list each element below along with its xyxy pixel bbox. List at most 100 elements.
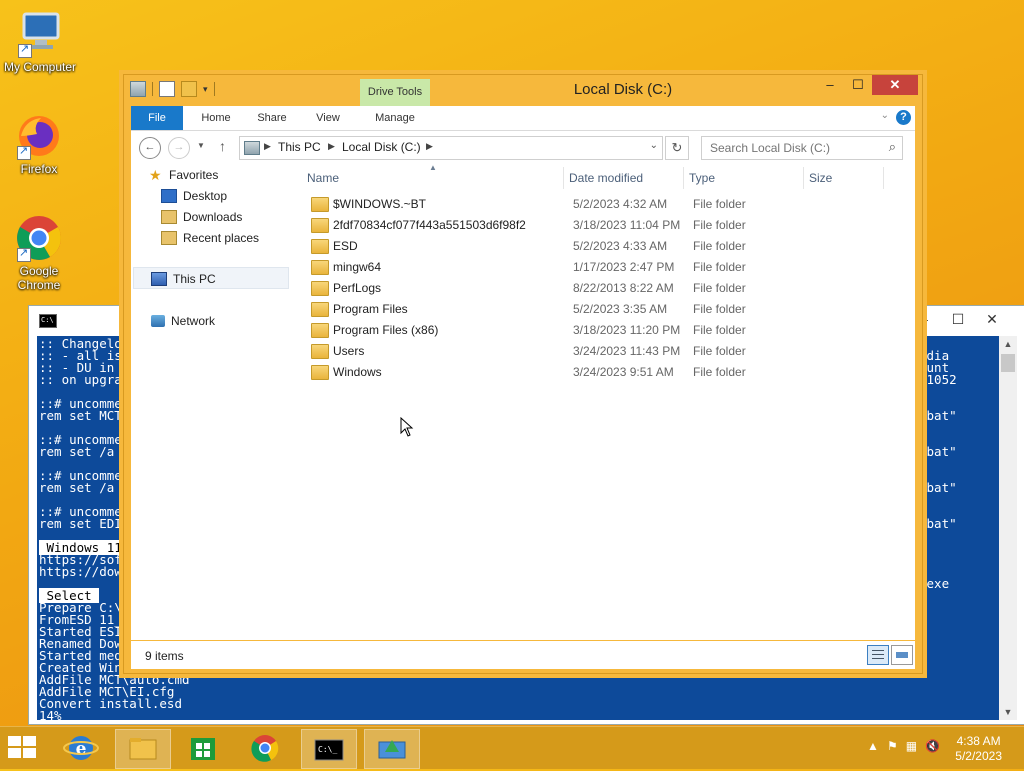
column-header-size[interactable]: Size [809, 171, 832, 189]
details-view-button[interactable] [867, 645, 889, 665]
console-icon [39, 314, 57, 328]
status-bar: 9 items [131, 641, 915, 669]
address-bar[interactable]: ▶ This PC ▶ Local Disk (C:) ▶ ⌄ [239, 136, 663, 160]
nav-recent-places[interactable]: Recent places [161, 228, 259, 248]
scroll-thumb[interactable] [1001, 354, 1015, 372]
tab-manage[interactable]: Manage [360, 106, 430, 130]
volume-muted-icon[interactable]: 🔇 [925, 739, 940, 753]
file-name: $WINDOWS.~BT [333, 197, 427, 211]
console-line-tail [919, 494, 999, 506]
large-icons-view-button[interactable] [891, 645, 913, 665]
folder-icon [311, 260, 329, 275]
clock[interactable]: 4:38 AM 5/2/2023 [955, 734, 1002, 764]
up-button[interactable]: ↑ [219, 138, 226, 154]
file-name: Program Files (x86) [333, 323, 439, 337]
refresh-button[interactable]: ↻ [665, 136, 689, 160]
scroll-down-icon[interactable]: ▼ [999, 704, 1017, 720]
svg-text:C:\_: C:\_ [318, 745, 337, 754]
search-box[interactable]: ⌕ [701, 136, 903, 160]
tab-file[interactable]: File [131, 106, 183, 130]
nav-desktop[interactable]: Desktop [161, 186, 227, 206]
breadcrumb-local-disk[interactable]: Local Disk (C:) [342, 140, 421, 154]
file-row[interactable]: $WINDOWS.~BT 5/2/2023 4:32 AM File folder [301, 193, 801, 214]
close-button[interactable]: ✕ [975, 308, 1009, 330]
file-type: File folder [693, 239, 746, 253]
file-explorer-icon [129, 738, 157, 760]
maximize-button[interactable]: ☐ [941, 308, 975, 330]
file-type: File folder [693, 365, 746, 379]
scroll-up-icon[interactable]: ▲ [999, 336, 1017, 352]
explorer-window[interactable]: ▾ Drive Tools Local Disk (C:) – ☐ ✕ File… [123, 74, 923, 674]
nav-network[interactable]: Network [151, 311, 215, 331]
folder-icon [311, 365, 329, 380]
start-button[interactable] [8, 736, 38, 760]
downloads-icon [161, 210, 177, 224]
column-header-date-modified[interactable]: Date modified [569, 171, 643, 189]
nav-this-pc[interactable]: This PC [151, 269, 216, 289]
address-dropdown-icon[interactable]: ⌄ [650, 140, 658, 151]
console-line-text: rem set MCT [39, 408, 122, 423]
file-date: 3/24/2023 9:51 AM [573, 365, 674, 379]
file-date: 1/17/2023 2:47 PM [573, 260, 675, 274]
nav-favorites[interactable]: ★ Favorites [149, 165, 218, 185]
search-input[interactable] [708, 137, 882, 159]
forward-button[interactable]: → [168, 137, 190, 159]
desktop-icon-firefox[interactable]: Firefox [1, 112, 77, 176]
nav-label: Recent places [183, 231, 260, 245]
file-row[interactable]: Program Files 5/2/2023 3:35 AM File folder [301, 298, 801, 319]
desktop-icon-google-chrome[interactable]: Google Chrome [1, 214, 77, 292]
chevron-right-icon[interactable]: ▶ [264, 141, 271, 152]
file-row[interactable]: Windows 3/24/2023 9:51 AM File folder [301, 361, 801, 382]
file-row[interactable]: mingw64 1/17/2023 2:47 PM File folder [301, 256, 801, 277]
file-row[interactable]: 2fdf70834cf077f443a551503d6f98f2 3/18/202… [301, 214, 801, 235]
minimize-button[interactable]: – [816, 75, 844, 95]
recent-locations-icon[interactable]: ▼ [197, 141, 205, 150]
breadcrumb-this-pc[interactable]: This PC [278, 140, 321, 154]
computer-icon [16, 10, 64, 58]
chevron-right-icon[interactable]: ▶ [426, 141, 433, 152]
window-title: Local Disk (C:) [573, 81, 673, 98]
tab-home[interactable]: Home [193, 106, 239, 130]
command-prompt-icon: C:\_ [314, 739, 344, 761]
file-date: 5/2/2023 4:33 AM [573, 239, 668, 253]
action-center-flag-icon[interactable]: ⚑ [887, 739, 898, 753]
file-name: Windows [333, 365, 382, 379]
console-line-tail [919, 386, 999, 398]
column-header-type[interactable]: Type [689, 171, 715, 189]
back-button[interactable]: ← [139, 137, 161, 159]
file-type: File folder [693, 302, 746, 316]
taskbar-command-prompt[interactable]: C:\_ [301, 729, 357, 769]
desktop-icon-my-computer[interactable]: My Computer [2, 10, 78, 74]
taskbar-internet-explorer[interactable]: e [54, 729, 108, 767]
file-date: 5/2/2023 4:32 AM [573, 197, 668, 211]
console-scrollbar[interactable]: ▲ ▼ [999, 336, 1017, 720]
close-button[interactable]: ✕ [872, 75, 918, 95]
firefox-icon [15, 112, 63, 160]
network-status-icon[interactable]: ▦ [906, 739, 917, 753]
show-hidden-icons-icon[interactable]: ▲ [867, 739, 879, 753]
explorer-titlebar[interactable]: ▾ Drive Tools Local Disk (C:) – ☐ ✕ [124, 75, 922, 107]
tab-share[interactable]: Share [249, 106, 295, 130]
file-row[interactable]: ESD 5/2/2023 4:33 AM File folder [301, 235, 801, 256]
desktop-icon [161, 189, 177, 203]
file-name: ESD [333, 239, 358, 253]
nav-downloads[interactable]: Downloads [161, 207, 242, 227]
taskbar-file-explorer[interactable] [115, 729, 171, 769]
tab-view[interactable]: View [305, 106, 351, 130]
file-row[interactable]: Program Files (x86) 3/18/2023 11:20 PM Fil… [301, 319, 801, 340]
column-header-name[interactable]: Name [307, 171, 339, 189]
taskbar-store[interactable] [176, 729, 230, 767]
taskbar-chrome[interactable] [238, 729, 292, 767]
help-icon[interactable]: ? [896, 110, 911, 125]
clock-date: 5/2/2023 [955, 749, 1002, 763]
file-name: mingw64 [333, 260, 382, 274]
maximize-button[interactable]: ☐ [844, 75, 872, 95]
file-row[interactable]: PerfLogs 8/22/2013 8:22 AM File folder [301, 277, 801, 298]
chevron-right-icon[interactable]: ▶ [328, 141, 335, 152]
search-icon[interactable]: ⌕ [889, 139, 896, 155]
expand-ribbon-icon[interactable]: ⌄ [881, 110, 889, 121]
file-date: 5/2/2023 3:35 AM [573, 302, 668, 316]
taskbar-setup-app[interactable] [364, 729, 420, 769]
file-row[interactable]: Users 3/24/2023 11:43 PM File folder [301, 340, 801, 361]
file-date: 8/22/2013 8:22 AM [573, 281, 674, 295]
